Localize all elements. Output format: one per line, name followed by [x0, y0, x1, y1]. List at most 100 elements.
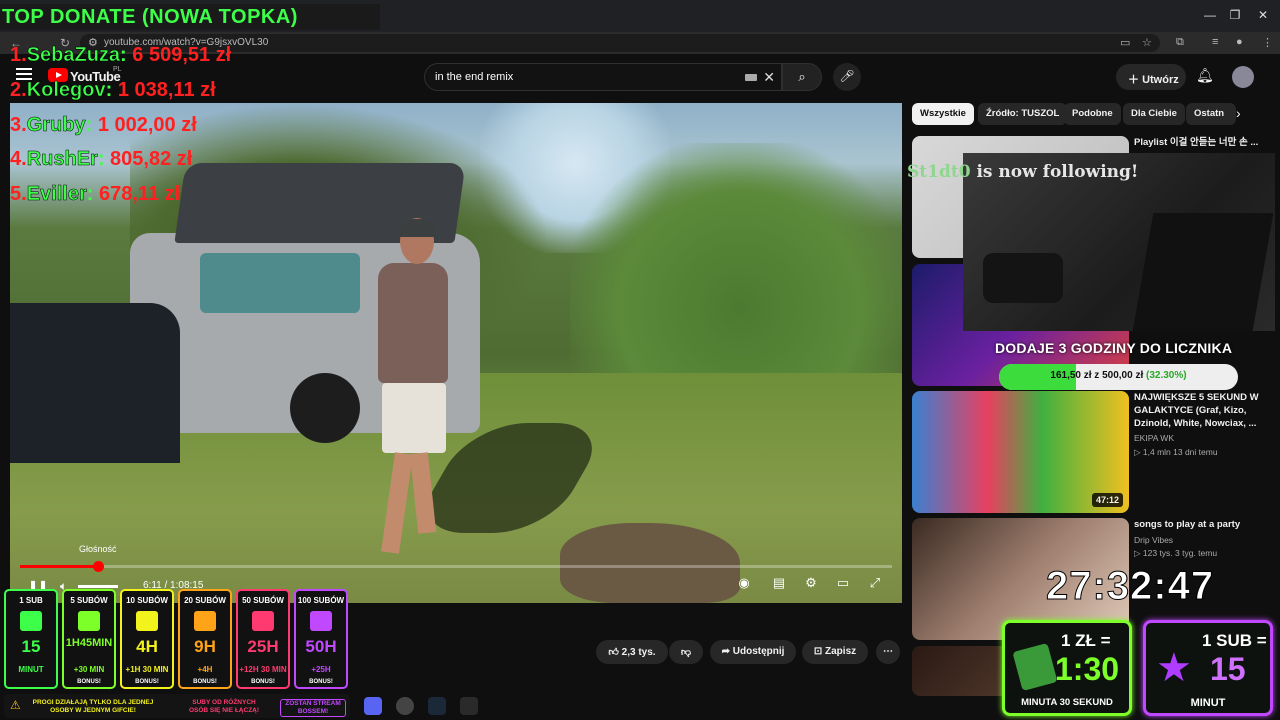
create-button[interactable]: ＋ Utwórz — [1116, 64, 1186, 90]
info-strip: ⚠ PROGI DZIAŁAJĄ TYLKO DLA JEDNEJ OSOBY … — [4, 694, 350, 718]
keyboard-icon[interactable] — [745, 74, 757, 81]
rec-channel[interactable]: EKIPA WK — [1134, 433, 1174, 443]
progress-bar[interactable] — [20, 561, 892, 572]
gift-icon — [310, 611, 332, 631]
volume-slider[interactable] — [78, 585, 118, 588]
sub-rate-head: 1 SUB = — [1202, 631, 1267, 650]
save-label: Zapisz — [825, 646, 857, 657]
sub-tier-card: 100 SUBÓW 50H +25H BONUS! — [294, 589, 348, 689]
tier-extra: +25H — [311, 665, 331, 674]
tier-extra: +1H 30 MIN — [125, 665, 169, 674]
sub-tier-card: 20 SUBÓW 9H +4H BONUS! — [178, 589, 232, 689]
timer-goal-text: 161,50 zł z 500,00 zł (32.30%) — [1050, 370, 1187, 381]
video-person-cap — [398, 219, 436, 237]
obs-taskbar-icon[interactable] — [396, 697, 414, 715]
gift-icon — [20, 611, 42, 631]
save-button[interactable]: ⊡ Zapisz — [802, 640, 868, 664]
share-label: Udostępnij — [732, 646, 785, 657]
account-avatar[interactable] — [1232, 66, 1254, 88]
chip-for-you[interactable]: Dla Ciebie — [1123, 103, 1185, 125]
top-donate-title: TOP DONATE (NOWA TOPKA) — [0, 4, 380, 30]
star-icon: ★ — [1156, 646, 1192, 690]
tier-value: 1H45MIN — [65, 637, 113, 649]
tier-value: 15 — [21, 637, 41, 656]
media-icon[interactable]: ≡ — [1212, 36, 1218, 48]
video-person-shorts — [382, 383, 446, 453]
more-actions-button[interactable]: ⋯ — [876, 640, 900, 664]
bookmark-star-icon[interactable]: ☆ — [1142, 36, 1152, 49]
rec-thumbnail[interactable]: 47:12 — [912, 391, 1129, 513]
timer-goal-title: DODAJE 3 GODZINY DO LICZNIKA — [995, 340, 1233, 356]
chip-recent[interactable]: Ostatn — [1186, 103, 1236, 125]
settings-gear-icon[interactable]: ⚙ — [799, 575, 823, 591]
video-van-wheel — [290, 373, 360, 443]
search-input[interactable]: in the end remix ✕ — [424, 63, 782, 91]
tier-extra: +12H 30 MIN — [239, 665, 287, 674]
recommendation-item[interactable]: 47:12 NAJWIĘKSZE 5 SEKUND W GALAKTYCE (G… — [912, 391, 1272, 515]
tier-bonus: BONUS! — [77, 679, 101, 685]
stream-countdown: 27:32:47 — [1045, 564, 1215, 609]
share-button[interactable]: ➦ Udostępnij — [710, 640, 796, 664]
tier-bonus: BONUS! — [251, 679, 275, 685]
rec-channel[interactable]: Drip Vibes — [1134, 535, 1173, 545]
steam-taskbar-icon[interactable] — [428, 697, 446, 715]
video-player[interactable]: Głośność ❚❚ 🔈︎ 6:11 / 1:08:15 ◉ ▤ ⚙ ▭ ⤢ — [10, 103, 902, 603]
rec-title[interactable]: songs to play at a party — [1134, 518, 1272, 531]
rec-meta: ▷ 123 tys. 3 tyg. temu — [1134, 548, 1218, 558]
like-button[interactable]: 👍︎ 2,3 tys. — [596, 640, 668, 664]
rec-meta: ▷ 1,4 mln 13 dni temu — [1134, 447, 1218, 457]
gift-icon — [78, 611, 100, 631]
notifications-bell-icon[interactable]: 🔔︎ — [1196, 67, 1214, 84]
sub-tier-card: 50 SUBÓW 25H +12H 30 MIN BONUS! — [236, 589, 290, 689]
rec-title[interactable]: Playlist 이걸 안듣는 너만 손 ... — [1134, 136, 1272, 149]
tier-value: 50H — [305, 637, 337, 656]
cast-icon[interactable]: ▭ — [1120, 36, 1130, 49]
tier-value: 9H — [194, 637, 216, 656]
discord-taskbar-icon[interactable] — [364, 697, 382, 715]
search-button[interactable]: ⌕ — [782, 63, 822, 91]
close-window-icon[interactable]: ✕ — [1248, 8, 1278, 22]
info-no-merge: SUBY OD RÓŻNYCH OSÓB SIĘ NIE ŁĄCZĄ! — [188, 699, 260, 714]
epic-taskbar-icon[interactable] — [460, 697, 478, 715]
create-label: Utwórz — [1142, 74, 1179, 86]
sub-rate-foot: MINUT — [1190, 697, 1226, 709]
thumbs-down-icon: 👎︎ — [680, 647, 692, 658]
address-bar[interactable]: ⚙ youtube.com/watch?v=G9jsxvOVL30 — [80, 34, 1160, 52]
chip-all[interactable]: Wszystkie — [912, 103, 974, 125]
fullscreen-icon[interactable]: ⤢ — [863, 575, 887, 591]
sub-tier-card: 10 SUBÓW 4H +1H 30 MIN BONUS! — [120, 589, 174, 689]
maximize-icon[interactable]: ❐ — [1220, 8, 1250, 22]
gift-icon — [136, 611, 158, 631]
voice-search-button[interactable]: 🎤︎ — [833, 63, 861, 91]
chevron-right-icon[interactable]: › — [1236, 105, 1241, 121]
extensions-icon[interactable]: ⧉ — [1176, 36, 1184, 49]
theater-mode-icon[interactable]: ▭ — [831, 575, 855, 591]
video-van-window — [200, 253, 360, 313]
tier-value: 25H — [247, 637, 279, 656]
tier-label: 1 SUB — [19, 596, 43, 605]
subtitles-icon[interactable]: ▤ — [767, 575, 791, 591]
profile-icon[interactable]: ● — [1236, 36, 1243, 48]
money-rate-value: 1:30 — [1055, 651, 1120, 687]
dislike-button[interactable]: 👎︎ — [669, 640, 703, 664]
autoplay-toggle-icon[interactable]: ◉ — [732, 575, 756, 591]
like-count: 2,3 tys. — [621, 647, 656, 658]
donor-row: 3.Gruby: 1 002,00 zł — [10, 114, 197, 137]
donor-row: 1.SebaZuza: 6 509,51 zł — [10, 44, 232, 67]
chip-similar[interactable]: Podobne — [1064, 103, 1121, 125]
video-duration: 47:12 — [1091, 493, 1123, 507]
follow-alert: St1dt0 is now following! — [907, 162, 1139, 182]
video-person-body — [378, 263, 448, 383]
tier-bonus: BONUS! — [135, 679, 159, 685]
sub-rate-value: 15 — [1210, 651, 1246, 687]
tier-label: 10 SUBÓW — [126, 596, 168, 605]
money-rate-foot: MINUTA 30 SEKUND — [1021, 697, 1113, 708]
search-query: in the end remix — [435, 71, 514, 83]
chip-source[interactable]: Źródło: TUSZOL — [978, 103, 1068, 125]
clear-search-icon[interactable]: ✕ — [763, 69, 775, 86]
rec-title[interactable]: NAJWIĘKSZE 5 SEKUND W GALAKTYCE (Graf, K… — [1134, 391, 1272, 430]
menu-kebab-icon[interactable]: ⋮ — [1262, 36, 1273, 49]
video-dirt — [560, 523, 740, 603]
tier-extra: +30 MIN — [73, 665, 105, 674]
tier-bonus: BONUS! — [309, 679, 333, 685]
